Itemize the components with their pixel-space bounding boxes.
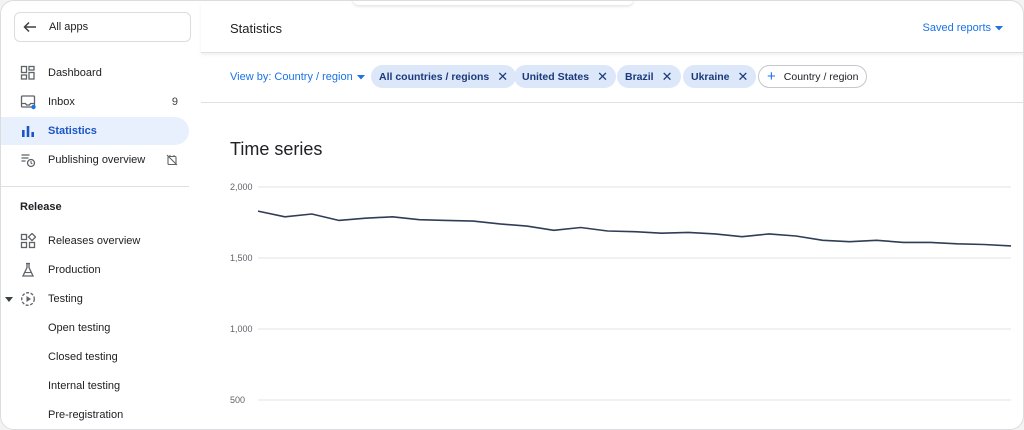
y-tick-label: 1,000 [230, 324, 253, 334]
series-line[interactable] [257, 210, 1012, 247]
release-section-title: Release [20, 201, 62, 213]
filter-chip-brazil[interactable]: Brazil ✕ [617, 65, 681, 88]
add-country-filter-button[interactable]: + Country / region [758, 65, 868, 88]
plus-icon: + [767, 68, 776, 85]
sidebar: All apps Dashboard Inbox 9 Statistics Pu… [1, 1, 201, 429]
saved-reports-dropdown[interactable]: Saved reports [923, 22, 1003, 34]
sidebar-subitem-internal-testing[interactable]: Internal testing [48, 380, 120, 392]
inbox-icon [20, 95, 36, 110]
sidebar-item-label: Dashboard [48, 67, 102, 79]
chart-title: Time series [230, 139, 323, 159]
close-icon[interactable]: ✕ [738, 70, 749, 83]
sidebar-item-dashboard[interactable]: Dashboard [1, 59, 189, 87]
all-apps-label: All apps [49, 21, 89, 33]
sidebar-item-releases-overview[interactable]: Releases overview [1, 227, 189, 255]
close-icon[interactable]: ✕ [662, 70, 673, 83]
sidebar-item-label: Releases overview [48, 235, 141, 247]
dashboard-icon [20, 65, 35, 80]
filter-chip-all-countries[interactable]: All countries / regions ✕ [371, 65, 517, 88]
publishing-icon [21, 154, 36, 168]
sidebar-subitem-closed-testing[interactable]: Closed testing [48, 351, 118, 363]
chip-label: Ukraine [691, 70, 730, 83]
filter-chip-ukraine[interactable]: Ukraine ✕ [683, 65, 757, 88]
chevron-down-icon [356, 74, 365, 79]
sidebar-item-publishing-overview[interactable]: Publishing overview [1, 146, 189, 174]
grid-icon [20, 233, 36, 249]
page-header: Statistics Saved reports [201, 1, 1023, 53]
y-tick-label: 2,000 [230, 182, 253, 192]
filter-chip-united-states[interactable]: United States ✕ [514, 65, 617, 88]
chip-label: Country / region [783, 70, 859, 83]
sidebar-subitem-open-testing[interactable]: Open testing [48, 322, 110, 334]
app-window: All apps Dashboard Inbox 9 Statistics Pu… [0, 0, 1024, 430]
sidebar-item-label: Inbox [48, 96, 75, 108]
close-icon[interactable]: ✕ [497, 70, 508, 83]
chip-label: All countries / regions [379, 70, 490, 83]
sidebar-divider [1, 186, 189, 187]
view-by-label: View by: Country / region [230, 71, 353, 83]
inbox-count-badge: 9 [171, 96, 178, 108]
sidebar-item-testing[interactable]: Testing [1, 285, 189, 313]
sidebar-subitem-pre-registration[interactable]: Pre-registration [48, 409, 123, 421]
y-tick-label: 500 [230, 395, 245, 405]
sync-off-icon [166, 154, 178, 166]
back-arrow-icon [23, 21, 36, 33]
all-apps-button[interactable]: All apps [14, 12, 191, 42]
sidebar-item-label: Testing [48, 293, 83, 305]
sidebar-item-statistics[interactable]: Statistics [1, 117, 189, 145]
filter-bar: View by: Country / region All countries … [201, 61, 1023, 103]
sidebar-item-inbox[interactable]: Inbox 9 [1, 88, 189, 116]
sidebar-item-label: Production [48, 264, 101, 276]
page-title: Statistics [230, 21, 283, 36]
chip-label: Brazil [625, 70, 654, 83]
view-by-dropdown[interactable]: View by: Country / region [230, 71, 365, 83]
y-tick-label: 1,500 [230, 253, 253, 263]
bar-chart-icon [22, 126, 34, 137]
chip-label: United States [522, 70, 590, 83]
chevron-down-icon [995, 25, 1003, 30]
saved-reports-label: Saved reports [922, 22, 991, 34]
close-icon[interactable]: ✕ [597, 70, 608, 83]
main-content: Statistics Saved reports View by: Countr… [201, 1, 1023, 429]
sidebar-item-label: Statistics [48, 125, 97, 137]
play-circle-icon [21, 292, 35, 306]
sidebar-item-label: Publishing overview [48, 154, 146, 166]
time-series-chart: 500 1,000 1,500 2,000 [230, 182, 1012, 405]
sidebar-item-production[interactable]: Production [1, 256, 189, 284]
flask-icon [21, 262, 35, 277]
